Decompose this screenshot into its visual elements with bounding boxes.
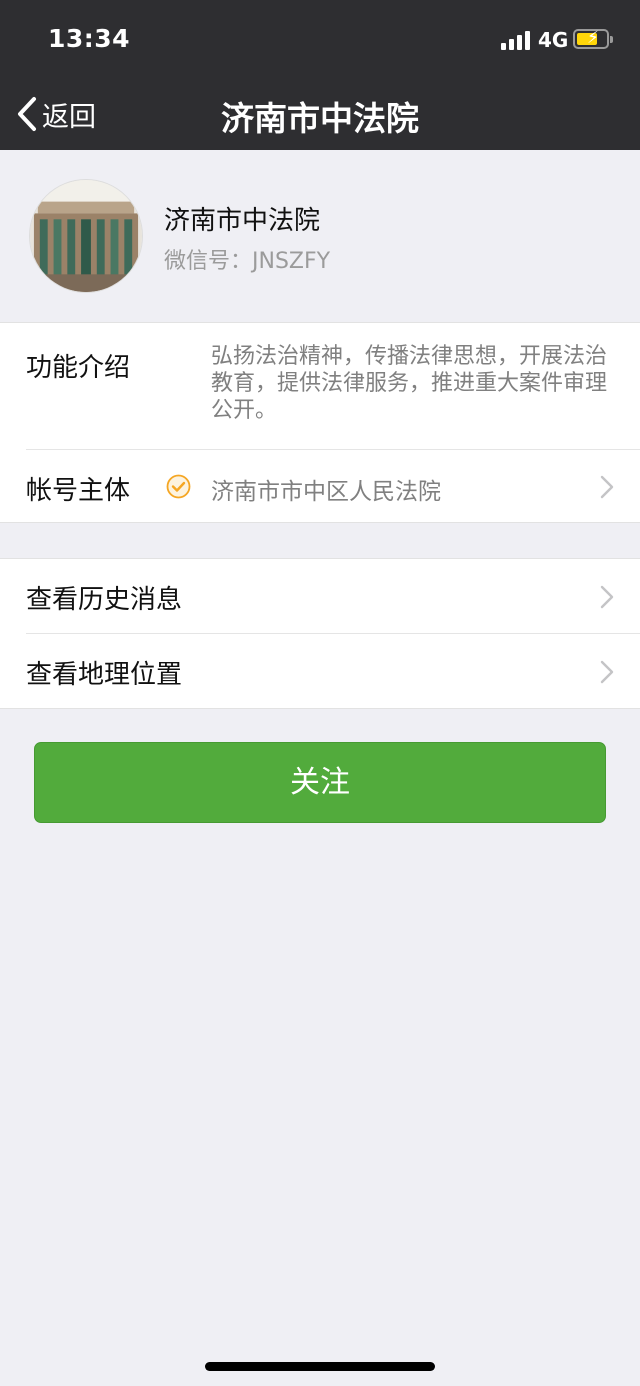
chevron-right-icon (600, 660, 614, 684)
wechat-id: 微信号：JNSZFY (164, 249, 331, 274)
court-building-image (30, 180, 142, 292)
account-profile-header: 济南市中法院 微信号：JNSZFY (0, 150, 640, 322)
charging-bolt-icon: ⚡ (587, 28, 599, 48)
entity-value: 济南市市中区人民法院 (211, 479, 441, 505)
account-info-card: 功能介绍 弘扬法治精神，传播法律思想，开展法治教育，提供法律服务，推进重大案件审… (0, 322, 640, 523)
intro-text: 弘扬法治精神，传播法律思想，开展法治教育，提供法律服务，推进重大案件审理公开。 (211, 344, 608, 423)
status-time: 13:34 (48, 24, 131, 53)
signal-strength-icon (501, 30, 531, 50)
follow-button[interactable]: 关注 (34, 742, 606, 823)
entity-label: 帐号主体 (26, 476, 131, 506)
view-location-label: 查看地理位置 (26, 660, 183, 690)
page-title: 济南市中法院 (221, 99, 419, 138)
actions-card: 查看历史消息 查看地理位置 (0, 558, 640, 709)
view-history-label: 查看历史消息 (26, 585, 183, 615)
battery-icon: ⚡ (573, 28, 613, 49)
account-name: 济南市中法院 (164, 206, 321, 236)
view-history-row[interactable]: 查看历史消息 (0, 559, 640, 634)
avatar (29, 179, 143, 293)
home-indicator[interactable] (205, 1362, 435, 1371)
intro-label: 功能介绍 (26, 353, 131, 383)
view-location-row[interactable]: 查看地理位置 (0, 634, 640, 709)
navigation-bar: 13:34 4G ⚡ 返回 济南市中法院 (0, 0, 640, 150)
chevron-right-icon (600, 475, 614, 499)
network-type: 4G (538, 28, 569, 52)
account-entity-row[interactable]: 帐号主体 济南市市中区人民法院 (0, 450, 640, 524)
chevron-right-icon (600, 585, 614, 609)
verified-check-icon (166, 474, 191, 499)
